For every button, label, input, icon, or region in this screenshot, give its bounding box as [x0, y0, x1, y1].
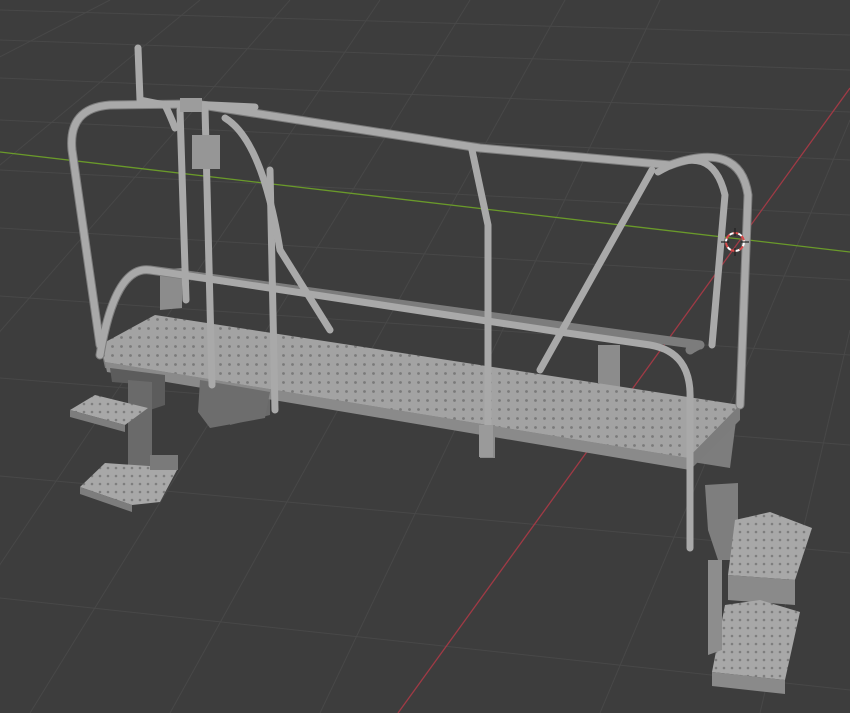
right-step-lower — [712, 600, 800, 680]
3d-viewport[interactable] — [0, 0, 850, 713]
